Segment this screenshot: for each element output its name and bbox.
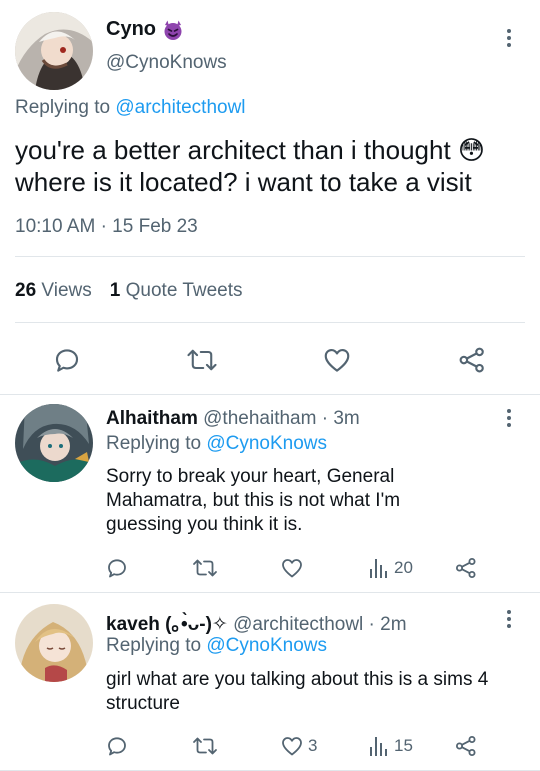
retweet-icon[interactable] [192,556,218,580]
replying-to-link[interactable]: @CynoKnows [206,433,327,454]
views-count: 20 [394,558,413,577]
author-handle[interactable]: @CynoKnows [106,52,227,74]
reply-author-handle[interactable]: @architecthowl [233,614,363,635]
retweet-icon[interactable] [192,734,218,758]
like-icon[interactable] [322,345,352,380]
more-options-icon[interactable] [497,607,521,631]
avatar[interactable] [15,404,93,482]
tweet-text-line-1: you're a better architect than i thought… [15,135,486,165]
quote-tweets-stat[interactable]: 1 Quote Tweets [110,280,243,302]
divider [0,394,540,395]
reply-icon[interactable] [52,345,82,380]
like-icon[interactable] [280,556,304,580]
replying-to-link[interactable]: @CynoKnows [206,635,327,656]
retweet-icon[interactable] [186,345,218,380]
reply-author-handle[interactable]: @thehaitham [203,408,316,429]
views-icon [370,737,387,756]
like-button[interactable]: 3 [280,734,317,758]
timestamp-separator: · [100,216,107,237]
divider [15,322,525,323]
reply-text: girl what are you talking about this is … [106,669,489,714]
replying-to-link[interactable]: @architecthowl [115,97,245,118]
share-icon[interactable] [457,345,487,380]
avatar[interactable] [15,12,93,90]
replying-prefix: Replying to [106,635,202,656]
views-stat[interactable]: 26 Views [15,280,92,302]
tweet-text-line-2: where is it located? i want to take a vi… [15,167,472,197]
more-options-icon[interactable] [497,26,521,50]
tweet-timestamp: 10:10 AM · 15 Feb 23 [15,216,198,238]
views-count: 26 [15,280,37,301]
reply-header: kaveh (｡•̀ᴗ-)✧ @architecthowl · 2m [106,609,407,636]
avatar[interactable] [15,604,93,682]
tweet-text: you're a better architect than i thought… [15,134,485,198]
quote-tweets-count: 1 [109,280,121,301]
divider [0,592,540,593]
reply-header: Alhaitham @thehaitham · 3m [106,408,360,430]
more-options-icon[interactable] [497,406,521,430]
views-button[interactable]: 15 [368,734,413,758]
reply-text: Sorry to break your heart, General Maham… [106,466,401,535]
views-label: Views [41,280,92,301]
tweet-time: 10:10 AM [15,216,96,237]
views-button[interactable]: 20 [368,556,413,580]
share-icon[interactable] [454,556,478,580]
replying-to-line: Replying to @architecthowl [15,97,246,119]
reply-author-name[interactable]: kaveh (｡•̀ᴗ-)✧ [106,614,228,635]
tweet-stats: 26 Views 1 Quote Tweets [15,280,243,302]
replying-prefix: Replying to [15,97,111,118]
replying-to-line: Replying to @CynoKnows [106,433,327,455]
reply-icon[interactable] [105,556,129,580]
quote-tweets-label: Quote Tweets [125,280,243,301]
reply-age: · 2m [368,614,407,635]
author-name[interactable]: Cyno [106,18,156,41]
tweet-date: 15 Feb 23 [112,216,198,237]
views-count: 15 [394,736,413,755]
replying-prefix: Replying to [106,433,202,454]
likes-count: 3 [308,736,318,755]
divider [15,256,525,257]
reply-icon[interactable] [105,734,129,758]
reply-author-name[interactable]: Alhaitham [106,408,198,429]
views-icon [370,559,387,578]
replying-to-line: Replying to @CynoKnows [106,635,327,657]
share-icon[interactable] [454,734,478,758]
reply-age: · 3m [321,408,360,429]
devil-emoji-icon [162,19,184,41]
like-icon [282,737,302,756]
